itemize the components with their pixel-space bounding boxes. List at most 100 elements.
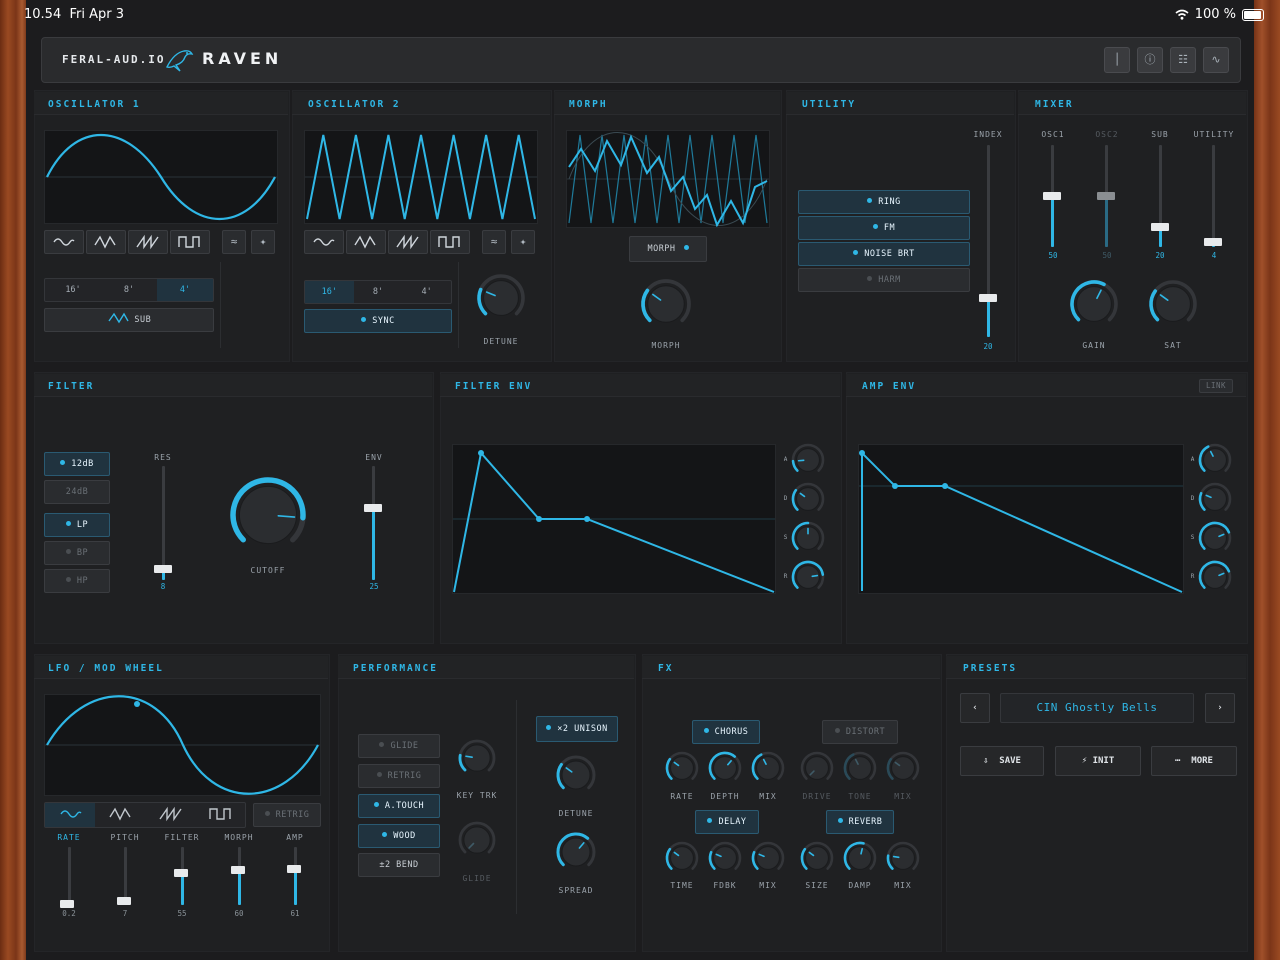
- osc2-wave-square[interactable]: [430, 230, 470, 254]
- perf-detune-knob[interactable]: [555, 754, 597, 796]
- osc2-noise-button[interactable]: ≈: [482, 230, 506, 254]
- lfo-retrig-button[interactable]: RETRIG: [253, 803, 321, 827]
- osc1-wave-saw[interactable]: [128, 230, 168, 254]
- perf-atouch-button[interactable]: A.TOUCH: [358, 794, 440, 818]
- filter-res-track[interactable]: [162, 466, 165, 580]
- perf-bend-button[interactable]: ±2 BEND: [358, 853, 440, 877]
- morph-button[interactable]: MORPH: [629, 236, 707, 262]
- osc1-sub-button[interactable]: SUB: [44, 308, 214, 332]
- osc2-octave-16[interactable]: 16': [305, 281, 354, 303]
- osc1-noise-button[interactable]: ≈: [222, 230, 246, 254]
- osc2-sync-button[interactable]: SYNC: [304, 309, 452, 333]
- osc2-octave-4[interactable]: 4': [402, 281, 451, 303]
- amp-env-release-knob[interactable]: [1197, 559, 1233, 595]
- delay-time-knob[interactable]: [664, 840, 700, 876]
- utility-ring-button[interactable]: RING: [798, 190, 970, 214]
- reverb-damp-knob[interactable]: [842, 840, 878, 876]
- reverb-size-knob[interactable]: [799, 840, 835, 876]
- osc1-wave-sine[interactable]: [44, 230, 84, 254]
- filter-24db-button[interactable]: 24dB: [44, 480, 110, 504]
- filter-env-sustain-knob[interactable]: [790, 520, 826, 556]
- osc1-octave-4[interactable]: 4': [157, 279, 213, 301]
- amp-env-decay-knob[interactable]: [1197, 481, 1233, 517]
- osc2-wave-sine[interactable]: [304, 230, 344, 254]
- tuning-fork-button[interactable]: │: [1104, 47, 1130, 73]
- osc1-wave-square[interactable]: [170, 230, 210, 254]
- osc1-octave-16[interactable]: 16': [45, 279, 101, 301]
- osc2-detune-knob[interactable]: [476, 273, 526, 323]
- filter-lp-button[interactable]: LP: [44, 513, 110, 537]
- perf-spread-knob[interactable]: [555, 831, 597, 873]
- osc2-wave-triangle[interactable]: [346, 230, 386, 254]
- mixer-osc2-thumb[interactable]: [1097, 192, 1115, 200]
- keyboard-button[interactable]: ☷: [1170, 47, 1196, 73]
- morph-knob[interactable]: [640, 278, 692, 330]
- delay-fdbk-knob[interactable]: [707, 840, 743, 876]
- amp-env-link-button[interactable]: LINK: [1199, 379, 1233, 393]
- filter-env-attack-knob[interactable]: [790, 442, 826, 478]
- fx-delay-button[interactable]: DELAY: [695, 810, 759, 834]
- perf-unison-button[interactable]: ×2 UNISON: [536, 716, 618, 742]
- lfo-rate-track[interactable]: [68, 847, 71, 905]
- osc2-random-button[interactable]: ✦: [511, 230, 535, 254]
- utility-harm-button[interactable]: HARM: [798, 268, 970, 292]
- perf-retrig-button[interactable]: RETRIG: [358, 764, 440, 788]
- osc2-wave-saw[interactable]: [388, 230, 428, 254]
- osc1-wave-triangle[interactable]: [86, 230, 126, 254]
- amp-env-sustain-knob[interactable]: [1197, 520, 1233, 556]
- delay-mix-knob[interactable]: [750, 840, 786, 876]
- perf-wood-button[interactable]: WOOD: [358, 824, 440, 848]
- filter-cutoff-knob[interactable]: [230, 477, 306, 553]
- filter-12db-button[interactable]: 12dB: [44, 452, 110, 476]
- osc2-octave-8[interactable]: 8': [354, 281, 403, 303]
- filter-env-amount-thumb[interactable]: [364, 504, 382, 512]
- filter-bp-button[interactable]: BP: [44, 541, 110, 565]
- mixer-sub-thumb[interactable]: [1151, 223, 1169, 231]
- reverb-mix-knob[interactable]: [885, 840, 921, 876]
- perf-glide-button[interactable]: GLIDE: [358, 734, 440, 758]
- mixer-utility-track[interactable]: [1212, 145, 1215, 247]
- fx-distort-button[interactable]: DISTORT: [822, 720, 898, 744]
- preset-more-button[interactable]: ⋯ MORE: [1151, 746, 1237, 776]
- mixer-osc1-thumb[interactable]: [1043, 192, 1061, 200]
- distort-mix-knob[interactable]: [885, 750, 921, 786]
- chorus-rate-knob[interactable]: [664, 750, 700, 786]
- info-button[interactable]: ⓘ: [1137, 47, 1163, 73]
- utility-noise-brt-button[interactable]: NOISE BRT: [798, 242, 970, 266]
- index-slider-thumb[interactable]: [979, 294, 997, 302]
- lfo-wave-sine[interactable]: [45, 803, 95, 827]
- filter-env-release-knob[interactable]: [790, 559, 826, 595]
- perf-keytrk-knob[interactable]: [457, 738, 497, 778]
- mixer-utility-thumb[interactable]: [1204, 238, 1222, 246]
- osc2-octave-selector[interactable]: 16' 8' 4': [304, 280, 452, 304]
- filter-env-decay-knob[interactable]: [790, 481, 826, 517]
- mixer-gain-knob[interactable]: [1069, 279, 1119, 329]
- lfo-wave-selector[interactable]: [44, 802, 246, 828]
- osc1-random-button[interactable]: ✦: [251, 230, 275, 254]
- chorus-mix-knob[interactable]: [750, 750, 786, 786]
- lfo-wave-square[interactable]: [195, 803, 245, 827]
- lfo-amp-thumb[interactable]: [287, 865, 301, 873]
- amp-env-attack-knob[interactable]: [1197, 442, 1233, 478]
- chorus-depth-knob[interactable]: [707, 750, 743, 786]
- preset-prev-button[interactable]: ‹: [960, 693, 990, 723]
- lfo-rate-thumb[interactable]: [60, 900, 74, 908]
- osc1-octave-8[interactable]: 8': [101, 279, 157, 301]
- fx-chorus-button[interactable]: CHORUS: [692, 720, 760, 744]
- pulse-button[interactable]: ∿: [1203, 47, 1229, 73]
- preset-init-button[interactable]: ⚡ INIT: [1055, 746, 1141, 776]
- distort-drive-knob[interactable]: [799, 750, 835, 786]
- lfo-filter-thumb[interactable]: [174, 869, 188, 877]
- filter-res-thumb[interactable]: [154, 565, 172, 573]
- preset-save-button[interactable]: ⇩ SAVE: [960, 746, 1044, 776]
- perf-glide-knob[interactable]: [457, 820, 497, 860]
- filter-hp-button[interactable]: HP: [44, 569, 110, 593]
- utility-fm-button[interactable]: FM: [798, 216, 970, 240]
- osc1-octave-selector[interactable]: 16' 8' 4': [44, 278, 214, 302]
- lfo-morph-thumb[interactable]: [231, 866, 245, 874]
- preset-next-button[interactable]: ›: [1205, 693, 1235, 723]
- mixer-sat-knob[interactable]: [1148, 279, 1198, 329]
- distort-tone-knob[interactable]: [842, 750, 878, 786]
- lfo-pitch-thumb[interactable]: [117, 897, 131, 905]
- fx-reverb-button[interactable]: REVERB: [826, 810, 894, 834]
